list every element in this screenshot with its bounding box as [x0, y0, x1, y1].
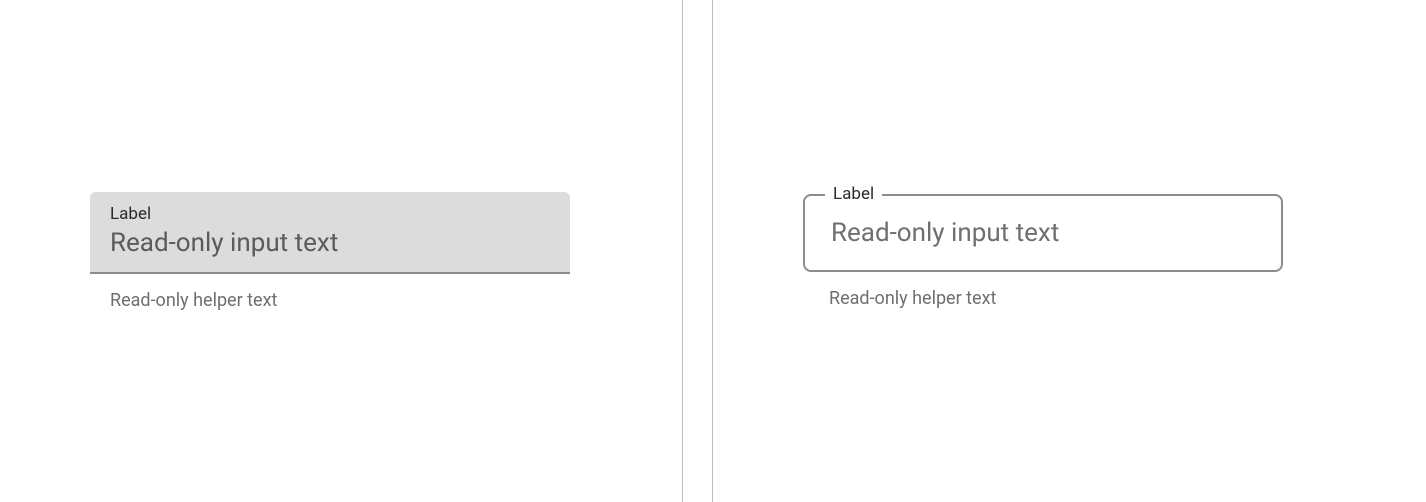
filled-field-label: Label — [110, 204, 550, 224]
filled-field-pane: Label Read-only input text Read-only hel… — [0, 0, 683, 502]
outlined-field-label: Label — [825, 184, 882, 204]
outlined-field-helper: Read-only helper text — [803, 288, 1283, 309]
outlined-field-value: Read-only input text — [831, 218, 1255, 248]
filled-text-field: Label Read-only input text Read-only hel… — [90, 192, 570, 311]
outlined-field-container: Label Read-only input text — [803, 194, 1283, 272]
filled-field-value: Read-only input text — [110, 228, 550, 258]
filled-field-helper: Read-only helper text — [90, 290, 570, 311]
pane-divider — [683, 0, 713, 502]
outlined-text-field: Label Read-only input text Read-only hel… — [803, 194, 1283, 309]
filled-field-container: Label Read-only input text — [90, 192, 570, 274]
outlined-field-pane: Label Read-only input text Read-only hel… — [713, 0, 1426, 502]
